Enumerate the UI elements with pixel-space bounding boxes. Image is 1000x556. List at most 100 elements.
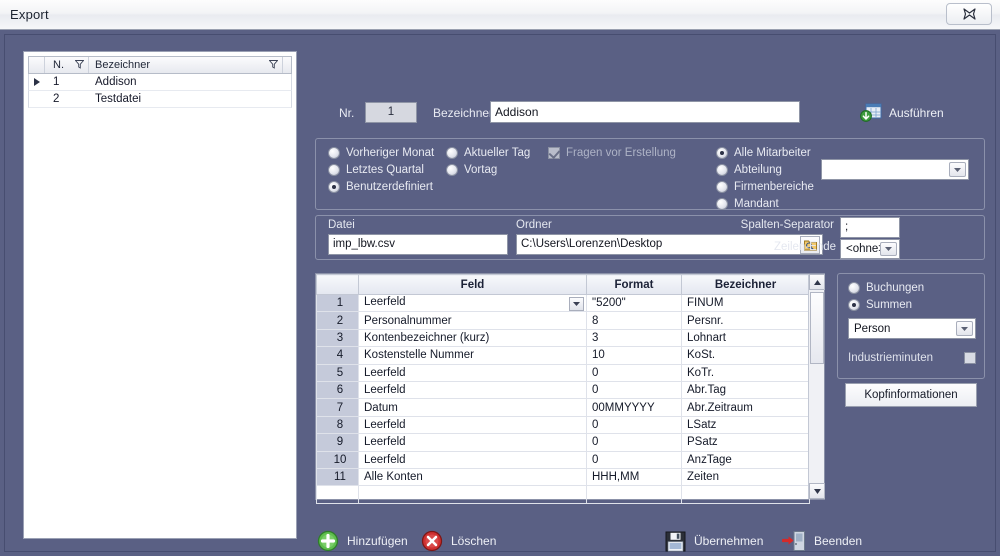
table-row[interactable]: 5 Leerfeld 0 KoTr. <box>316 363 810 382</box>
radio-abteilung[interactable]: Abteilung <box>716 164 782 176</box>
scroll-down-button[interactable] <box>809 483 825 499</box>
table-cell-format[interactable]: 8 <box>586 311 682 330</box>
radio-vortag[interactable]: Vortag <box>446 164 497 176</box>
table-cell-feld[interactable]: Datum <box>358 398 587 417</box>
table-row[interactable]: 10 Leerfeld 0 AnzTage <box>316 450 810 469</box>
table-cell-format[interactable]: 0 <box>586 433 682 452</box>
table-header-bezeichner[interactable]: Bezeichner <box>681 274 810 295</box>
table-cell-format[interactable]: 3 <box>586 328 682 348</box>
zeilen-ende-select[interactable]: <ohne> <box>840 239 900 259</box>
execute-button[interactable]: Ausführen <box>860 99 944 127</box>
table-cell-feld[interactable]: Alle Konten <box>358 467 587 487</box>
table-row-number: 9 <box>316 433 359 452</box>
grouping-select-value: Person <box>854 322 891 335</box>
chevron-down-icon[interactable] <box>569 296 584 311</box>
radio-vorheriger-monat[interactable]: Vorheriger Monat <box>328 147 434 159</box>
table-cell-bezeichner[interactable]: KoSt. <box>681 346 810 365</box>
bezeichner-input[interactable]: Addison <box>490 101 800 123</box>
table-cell-feld[interactable]: Kostenstelle Nummer <box>358 346 587 365</box>
spalten-separator-input[interactable]: ; <box>840 217 900 238</box>
table-cell-bezeichner[interactable]: Persnr. <box>681 311 810 330</box>
table-row[interactable]: 6 Leerfeld 0 Abr.Tag <box>316 380 810 400</box>
close-button[interactable] <box>946 3 992 25</box>
filter-icon[interactable] <box>75 60 84 69</box>
radio-mandant[interactable]: Mandant <box>716 198 779 210</box>
table-cell-bezeichner[interactable]: FINUM <box>681 293 810 313</box>
table-row[interactable]: 4 Kostenstelle Nummer 10 KoSt. <box>316 346 810 365</box>
kopfinformationen-label: Kopfinformationen <box>864 389 958 401</box>
table-cell-feld[interactable]: Leerfeld <box>358 433 587 452</box>
table-row[interactable]: 2 Personalnummer 8 Persnr. <box>316 311 810 330</box>
table-cell-feld[interactable]: Leerfeld <box>358 293 587 313</box>
table-row[interactable]: 11 Alle Konten HHH,MM Zeiten <box>316 467 810 487</box>
plus-circle-icon <box>317 530 339 552</box>
table-cell-feld[interactable]: Personalnummer <box>358 311 587 330</box>
table-cell-format[interactable]: HHH,MM <box>586 467 682 487</box>
table-row[interactable]: 9 Leerfeld 0 PSatz <box>316 433 810 452</box>
radio-label: Letztes Quartal <box>346 164 424 176</box>
nr-input[interactable]: 1 <box>365 102 417 123</box>
table-cell-bezeichner[interactable]: Abr.Zeitraum <box>681 398 810 417</box>
kopfinformationen-button[interactable]: Kopfinformationen <box>845 383 977 407</box>
chevron-down-icon[interactable] <box>880 242 897 256</box>
table-cell-format[interactable]: 00MMYYYY <box>586 398 682 417</box>
table-header-corner <box>316 274 359 295</box>
chevron-down-icon[interactable] <box>949 162 966 177</box>
radio-summen[interactable]: Summen <box>848 299 912 311</box>
radio-aktueller-tag[interactable]: Aktueller Tag <box>446 147 530 159</box>
delete-button[interactable]: Löschen <box>421 528 496 554</box>
table-cell-format[interactable]: 0 <box>586 450 682 469</box>
radio-benutzerdefiniert[interactable]: Benutzerdefiniert <box>328 181 433 193</box>
table-cell-format[interactable]: 10 <box>586 346 682 365</box>
table-cell-bezeichner[interactable]: PSatz <box>681 433 810 452</box>
table-cell-feld[interactable]: Leerfeld <box>358 380 587 400</box>
radio-label: Alle Mitarbeiter <box>734 147 811 159</box>
radio-alle-mitarbeiter[interactable]: Alle Mitarbeiter <box>716 147 811 159</box>
table-header-feld[interactable]: Feld <box>358 274 587 295</box>
table-cell-feld[interactable]: Kontenbezeichner (kurz) <box>358 328 587 348</box>
grouping-select[interactable]: Person <box>848 318 976 339</box>
grid-column-header-n[interactable]: N. <box>45 57 89 73</box>
table-cell-bezeichner[interactable]: AnzTage <box>681 450 810 469</box>
datei-input[interactable]: imp_lbw.csv <box>328 234 508 255</box>
grid-column-header-bezeichner[interactable]: Bezeichner <box>89 57 283 73</box>
table-cell-feld[interactable]: Leerfeld <box>358 450 587 469</box>
save-button[interactable]: Übernehmen <box>665 528 763 554</box>
scroll-up-button[interactable] <box>809 274 825 290</box>
checkbox-industrieminuten[interactable]: Industrieminuten <box>848 352 976 364</box>
table-row[interactable]: 3 Kontenbezeichner (kurz) 3 Lohnart <box>316 328 810 348</box>
exit-button[interactable]: Beenden <box>782 528 862 554</box>
radio-indicator <box>716 164 728 176</box>
table-cell-feld-text: Personalnummer <box>364 314 452 327</box>
table-cell-feld[interactable]: Leerfeld <box>358 415 587 435</box>
radio-label: Vortag <box>464 164 498 176</box>
table-cell-bezeichner[interactable]: Abr.Tag <box>681 380 810 400</box>
radio-buchungen[interactable]: Buchungen <box>848 282 924 294</box>
table-row[interactable]: 7 Datum 00MMYYYY Abr.Zeitraum <box>316 398 810 417</box>
table-cell-format[interactable]: 0 <box>586 380 682 400</box>
scope-select[interactable] <box>821 159 969 180</box>
filter-icon[interactable] <box>269 60 278 69</box>
table-cell-bezeichner[interactable]: Lohnart <box>681 328 810 348</box>
chevron-down-icon[interactable] <box>956 321 973 336</box>
file-settings-group: Datei imp_lbw.csv Ordner C:\Users\Lorenz… <box>315 215 985 260</box>
radio-firmenbereiche[interactable]: Firmenbereiche <box>716 181 814 193</box>
definitions-row-2[interactable]: 2 Testdatei <box>28 91 292 108</box>
scroll-thumb[interactable] <box>810 292 824 364</box>
table-vertical-scrollbar[interactable] <box>808 274 825 499</box>
table-row[interactable]: 8 Leerfeld 0 LSatz <box>316 415 810 435</box>
checkbox-indicator[interactable] <box>964 352 976 364</box>
table-row[interactable]: 1 Leerfeld "5200" FINUM <box>316 293 810 313</box>
add-button[interactable]: Hinzufügen <box>317 528 408 554</box>
table-header-format[interactable]: Format <box>586 274 682 295</box>
table-cell-bezeichner[interactable]: LSatz <box>681 415 810 435</box>
table-cell-format[interactable]: 0 <box>586 415 682 435</box>
table-cell-feld[interactable]: Leerfeld <box>358 363 587 382</box>
definitions-row-1[interactable]: 1 Addison <box>28 74 292 91</box>
table-cell-bezeichner[interactable]: Zeiten <box>681 467 810 487</box>
table-cell-format[interactable]: "5200" <box>586 293 682 313</box>
radio-letztes-quartal[interactable]: Letztes Quartal <box>328 164 424 176</box>
table-cell-bezeichner[interactable]: KoTr. <box>681 363 810 382</box>
table-cell-format[interactable]: 0 <box>586 363 682 382</box>
table-cell-feld-text: Leerfeld <box>364 436 406 449</box>
